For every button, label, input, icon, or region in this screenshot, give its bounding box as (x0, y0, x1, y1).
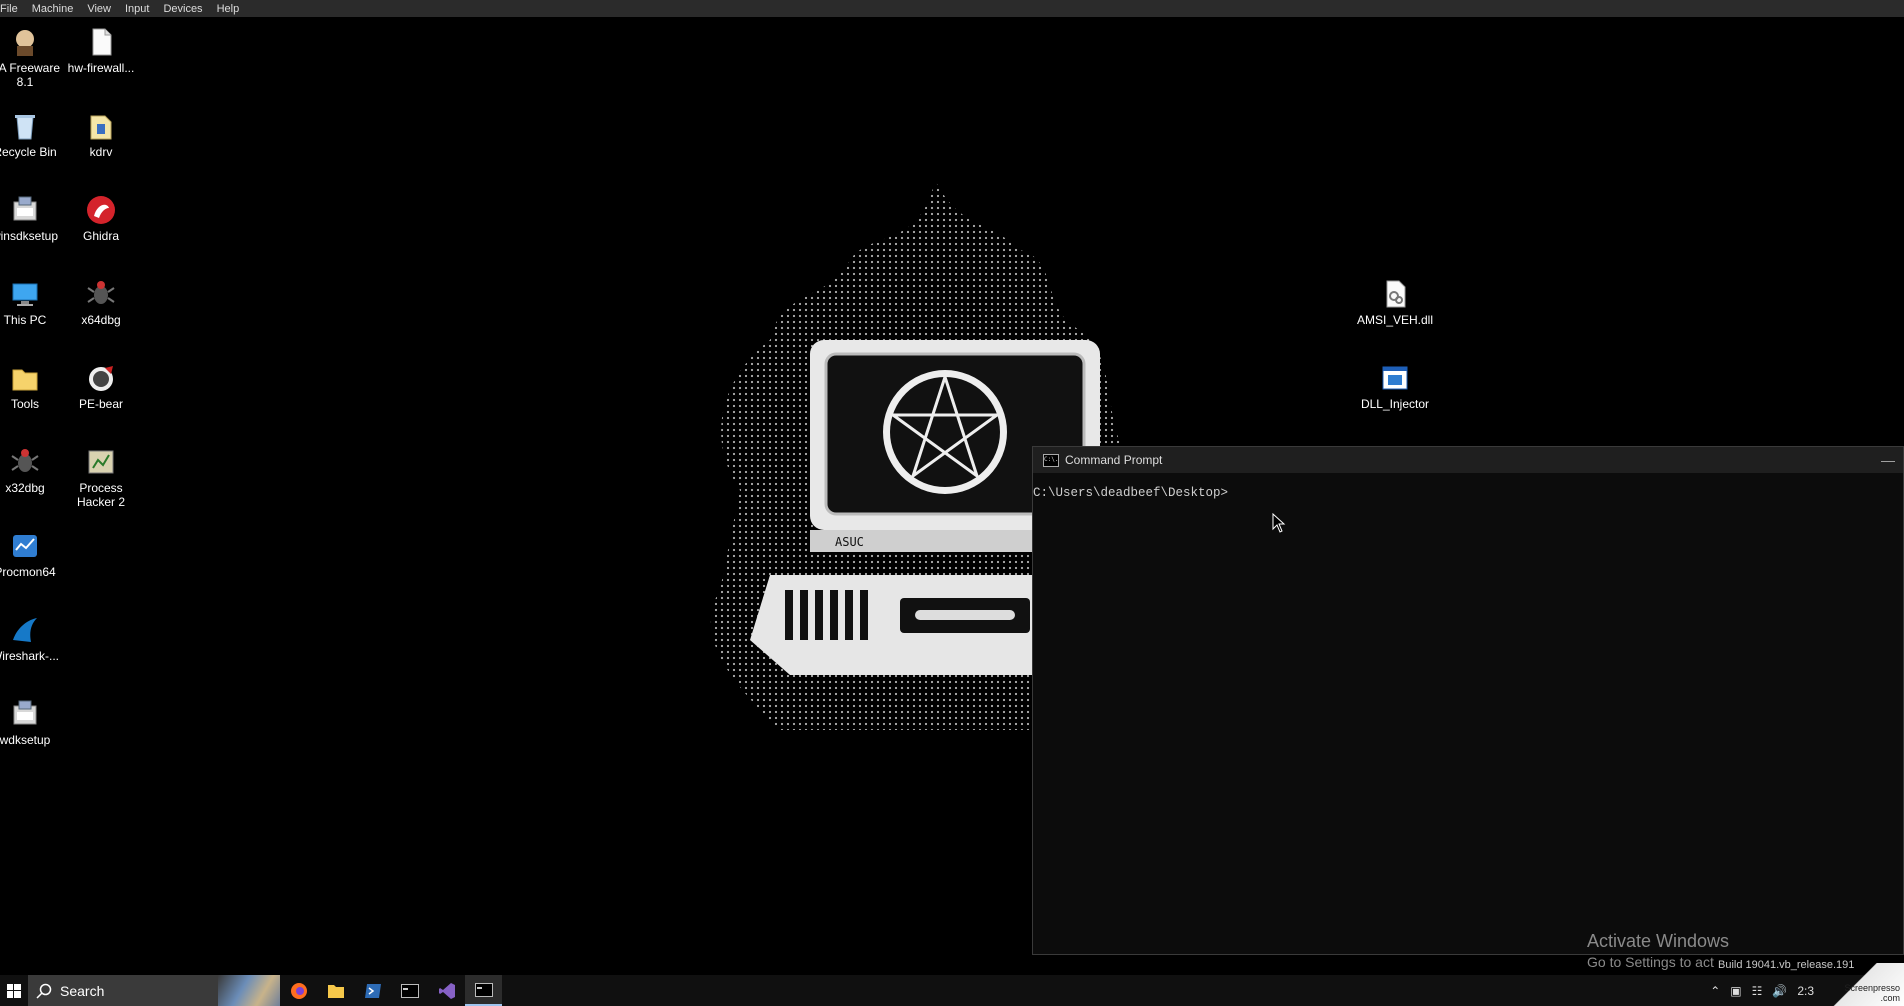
search-icon (36, 983, 52, 999)
desktop-icon-ida[interactable]: DA Freeware 8.1 (0, 26, 64, 89)
windows-logo-icon (7, 983, 21, 998)
cmd-icon: C:\. (1043, 453, 1059, 467)
cmd-prompt-line: C:\Users\deadbeef\Desktop> (1033, 486, 1229, 500)
desktop-icon-process-hacker[interactable]: Process Hacker 2 (62, 446, 140, 509)
taskbar-visual-studio[interactable] (428, 975, 465, 1006)
taskbar-terminal[interactable] (391, 975, 428, 1006)
menu-devices[interactable]: Devices (156, 3, 209, 15)
menu-file[interactable]: File (0, 3, 25, 15)
desktop-icon-winsdksetup[interactable]: winsdksetup (0, 194, 64, 243)
vm-menubar: File Machine View Input Devices Help (0, 0, 1904, 17)
screenpresso-text: Screenpresso .com (1844, 983, 1900, 1003)
minimize-button[interactable]: — (1873, 452, 1903, 468)
desktop-icon-x32dbg[interactable]: x32dbg (0, 446, 64, 495)
menu-input[interactable]: Input (118, 3, 156, 15)
desktop-icon-procmon64[interactable]: Procmon64 (0, 530, 64, 579)
bug-icon (9, 446, 41, 478)
cmd-title: Command Prompt (1065, 453, 1163, 467)
pe-bear-icon (85, 362, 117, 394)
desktop-icon-dll-injector[interactable]: DLL_Injector (1355, 362, 1435, 411)
cmd-console[interactable]: C:\Users\deadbeef\Desktop> (1033, 473, 1903, 500)
taskbar-command-prompt[interactable] (465, 975, 502, 1006)
ida-icon (9, 26, 41, 58)
taskbar: Search ⌃ ▣ ☷ 🔊 2:3 Screenpresso .com (0, 963, 1904, 1006)
menu-machine[interactable]: Machine (25, 3, 81, 15)
desktop-icon-ghidra[interactable]: Ghidra (62, 194, 140, 243)
computer-icon (9, 278, 41, 310)
cmd-icon (400, 983, 419, 998)
activate-title: Activate Windows (1587, 931, 1730, 951)
procmon-icon (9, 530, 41, 562)
taskbar-firefox[interactable] (280, 975, 317, 1006)
tray-chevron-up-icon[interactable]: ⌃ (1710, 984, 1720, 998)
app-window-icon (1379, 362, 1411, 394)
firefox-icon (290, 982, 307, 999)
mouse-cursor-icon (1272, 513, 1286, 533)
start-button[interactable] (0, 975, 28, 1006)
desktop-icon-tools[interactable]: Tools (0, 362, 64, 411)
desktop-icon-wdksetup[interactable]: wdksetup (0, 698, 64, 747)
volume-icon[interactable]: 🔊 (1772, 984, 1787, 998)
activate-windows-watermark: Activate Windows Go to Settings to act (1587, 931, 1729, 970)
clock[interactable]: 2:3 (1797, 984, 1814, 998)
desktop-icon-amsi-veh-dll[interactable]: AMSI_VEH.dll (1355, 278, 1435, 327)
bug-icon (85, 278, 117, 310)
menu-help[interactable]: Help (210, 3, 247, 15)
powershell-icon (364, 983, 381, 998)
cmd-titlebar[interactable]: C:\. Command Prompt — (1033, 447, 1903, 473)
installer-icon (9, 698, 41, 730)
taskbar-powershell[interactable] (354, 975, 391, 1006)
installer-icon (9, 194, 41, 226)
desktop-icon-wireshark[interactable]: Wireshark-... (0, 614, 64, 663)
desktop-icon-this-pc[interactable]: This PC (0, 278, 64, 327)
screenpresso-watermark: Screenpresso .com (1818, 963, 1904, 1006)
process-hacker-icon (85, 446, 117, 478)
file-icon (85, 26, 117, 58)
dll-file-icon (1379, 278, 1411, 310)
taskbar-file-explorer[interactable] (317, 975, 354, 1006)
visual-studio-icon (438, 982, 455, 999)
desktop-icon-x64dbg[interactable]: x64dbg (62, 278, 140, 327)
network-icon[interactable]: ☷ (1752, 984, 1763, 998)
desktop-icon-pe-bear[interactable]: PE-bear (62, 362, 140, 411)
svg-text:ASUC: ASUC (835, 535, 864, 549)
search-highlight-image (218, 975, 280, 1006)
desktop-icon-recycle-bin[interactable]: Recycle Bin (0, 110, 64, 159)
recycle-bin-icon (9, 110, 41, 142)
menu-view[interactable]: View (80, 3, 118, 15)
desktop-icon-kdrv[interactable]: kdrv (62, 110, 140, 159)
folder-icon (85, 110, 117, 142)
system-tray: ⌃ ▣ ☷ 🔊 2:3 Screenpresso .com (1705, 963, 1904, 1006)
wireshark-icon (9, 614, 41, 646)
taskbar-search[interactable]: Search (28, 975, 280, 1006)
command-prompt-window[interactable]: C:\. Command Prompt — C:\Users\deadbeef\… (1032, 446, 1904, 955)
folder-icon (327, 984, 344, 998)
cmd-icon (474, 982, 493, 997)
ghidra-icon (85, 194, 117, 226)
tray-device-icon[interactable]: ▣ (1730, 984, 1741, 998)
folder-icon (9, 362, 41, 394)
search-placeholder: Search (60, 982, 105, 999)
desktop-icon-hw-firewall[interactable]: hw-firewall... (62, 26, 140, 75)
activate-subtitle: Go to Settings to act (1587, 954, 1714, 970)
